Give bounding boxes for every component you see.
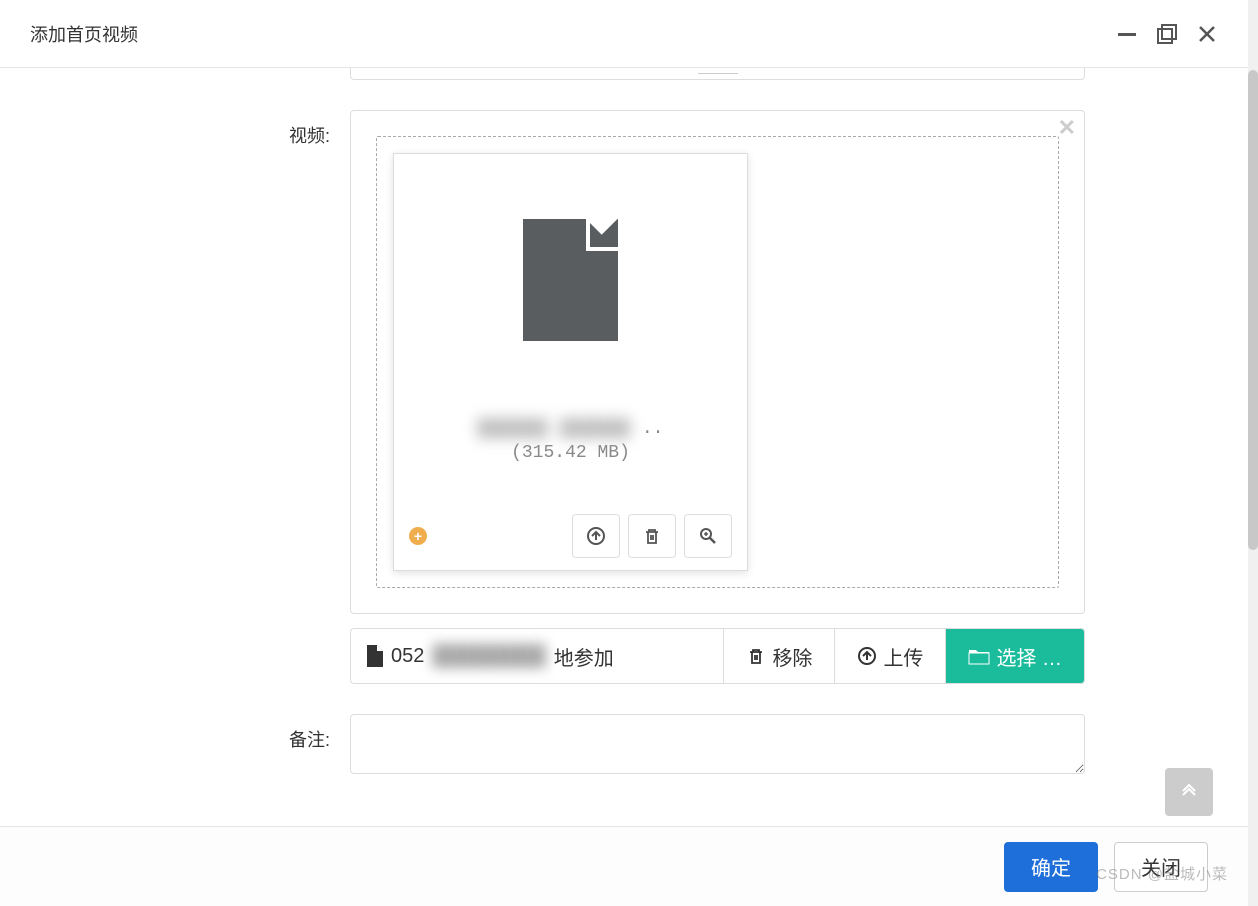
file-dropzone[interactable]: ██████ ██████ .. (315.42 MB) + [376, 136, 1059, 588]
video-upload-panel: ✕ ██████ ██████ .. [350, 110, 1085, 614]
zoom-file-button[interactable] [684, 514, 732, 558]
file-icon [523, 219, 618, 341]
remove-button[interactable]: 移除 [724, 629, 835, 683]
modal-dialog: 添加首页视频 视频: ✕ [0, 0, 1248, 906]
selected-file-display: 052 ████████ 地参加 [351, 629, 724, 683]
video-label: 视频: [30, 110, 350, 684]
file-actions [572, 514, 732, 558]
file-card-footer: + [409, 514, 732, 558]
upload-file-button[interactable] [572, 514, 620, 558]
confirm-button[interactable]: 确定 [1004, 842, 1098, 892]
prev-field-input[interactable] [350, 68, 1085, 80]
modal-title: 添加首页视频 [30, 21, 138, 47]
prev-field-label [30, 68, 350, 80]
modal-header-controls [1116, 23, 1218, 45]
file-name: ██████ ██████ .. [409, 419, 732, 439]
file-suffix: 地参加 [554, 642, 614, 671]
file-redacted-text: ████████ [432, 645, 545, 668]
scroll-to-top-button[interactable] [1165, 768, 1213, 816]
vertical-scrollbar[interactable] [1248, 70, 1258, 550]
file-preview-card: ██████ ██████ .. (315.42 MB) + [393, 153, 748, 571]
modal-footer: 确定 关闭 [0, 826, 1248, 906]
file-icon [365, 645, 383, 667]
minimize-icon[interactable] [1116, 23, 1138, 45]
select-file-button[interactable]: 选择 … [946, 629, 1084, 683]
remark-label: 备注: [30, 714, 350, 779]
file-size: (315.42 MB) [511, 443, 630, 463]
close-icon[interactable] [1196, 23, 1218, 45]
modal-body: 视频: ✕ ██████ ██████ .. [0, 68, 1248, 826]
remark-textarea[interactable] [350, 714, 1085, 774]
add-badge-icon[interactable]: + [409, 527, 427, 545]
modal-header: 添加首页视频 [0, 0, 1248, 68]
delete-file-button[interactable] [628, 514, 676, 558]
maximize-icon[interactable] [1156, 23, 1178, 45]
upload-button[interactable]: 上传 [835, 629, 946, 683]
upload-toolbar: 052 ████████ 地参加 移除 上传 选择 … [350, 628, 1085, 684]
panel-close-icon[interactable]: ✕ [1058, 115, 1076, 141]
file-number: 052 [391, 645, 424, 668]
watermark: CSDN @盐城小菜 [1096, 863, 1228, 884]
